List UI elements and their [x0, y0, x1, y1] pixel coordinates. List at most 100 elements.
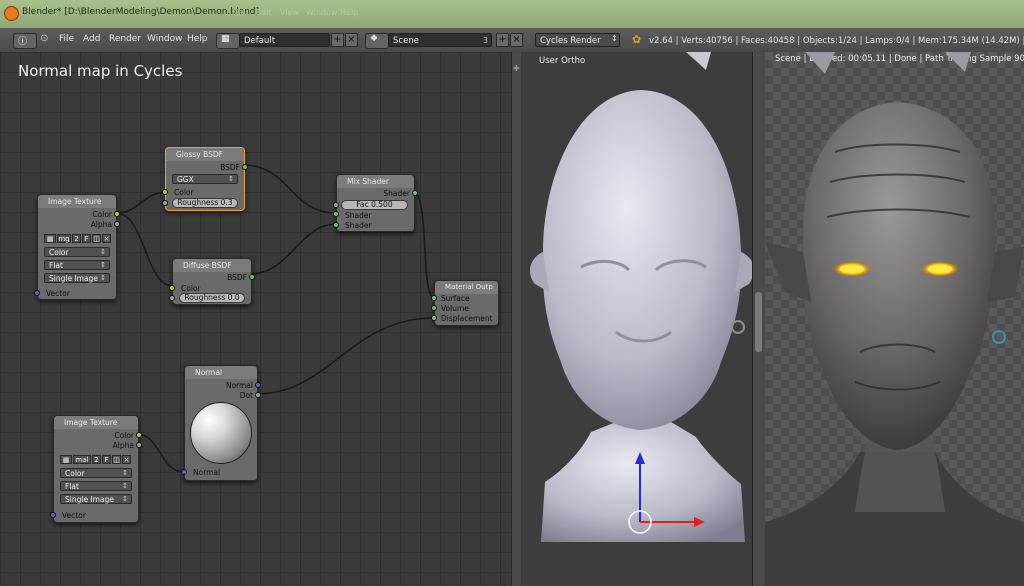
scene-users-count: 3	[483, 36, 489, 45]
blender-logo-icon	[4, 6, 19, 21]
socket-roughness-in[interactable]	[169, 295, 175, 301]
socket-bsdf-out[interactable]	[249, 274, 255, 280]
socket-surface-in[interactable]	[431, 295, 437, 301]
editor-type-info-button[interactable]: ⓘ	[13, 33, 37, 49]
socket-shader2-in[interactable]	[333, 222, 339, 228]
add-layout-icon[interactable]: +	[331, 33, 344, 47]
menu-help[interactable]: Help	[187, 34, 208, 44]
input-color-label: Color	[181, 284, 201, 293]
distribution-select[interactable]: GGX	[172, 174, 238, 184]
socket-alpha-out[interactable]	[136, 442, 142, 448]
color-space-select[interactable]: Color	[60, 468, 132, 478]
menu-file[interactable]: File	[59, 34, 74, 44]
menu-render[interactable]: Render	[109, 34, 141, 44]
fake-user-button[interactable]: F	[102, 455, 111, 464]
socket-vector-in[interactable]	[50, 512, 56, 518]
socket-roughness-in[interactable]	[162, 200, 168, 206]
scene-selector-button[interactable]: ❖	[365, 33, 389, 49]
socket-color-out[interactable]	[114, 211, 120, 217]
dropdown-arrows-icon: ↕	[611, 34, 618, 43]
socket-shader1-in[interactable]	[333, 211, 339, 217]
socket-vector-in[interactable]	[34, 290, 40, 296]
link-image2-to-normal	[136, 433, 185, 473]
ghost-menu-edit: Edit	[256, 8, 272, 17]
input-surface-label: Surface	[441, 294, 470, 303]
material-output-node[interactable]: Material Outp Surface Volume Displacemen…	[431, 280, 499, 326]
add-scene-icon[interactable]: +	[496, 33, 509, 47]
socket-dot-out[interactable]	[255, 392, 261, 398]
projection-select[interactable]: Flat	[60, 481, 132, 491]
fake-user-button[interactable]: F	[82, 234, 91, 243]
unlink-icon[interactable]: ×	[122, 455, 131, 464]
input-shader1-label: Shader	[345, 211, 372, 220]
socket-volume-in[interactable]	[431, 305, 437, 311]
image-texture-node[interactable]: Image Texture Color Alpha ▦ mg 2 F ◫ × C…	[34, 194, 120, 300]
socket-color-in[interactable]	[169, 285, 175, 291]
image-users-count[interactable]: 2	[92, 455, 101, 464]
image-name-field[interactable]: mg	[57, 234, 71, 243]
socket-displacement-in[interactable]	[431, 315, 437, 321]
fac-slider[interactable]: Fac 0.500	[341, 200, 408, 210]
ghost-menu-window: Window	[306, 8, 338, 17]
3d-viewport[interactable]: User Ortho	[521, 52, 765, 586]
stats-text: v2.64 | Verts:40756 | Faces:40458 | Obje…	[649, 36, 1024, 46]
normal-sphere-widget[interactable]	[190, 402, 252, 464]
render-engine-select[interactable]: Cycles Render	[535, 33, 620, 47]
color-space-select[interactable]: Color	[44, 247, 110, 257]
mix-shader-node[interactable]: Mix Shader Shader Fac 0.500 Shader Shade…	[333, 174, 418, 232]
unlink-icon[interactable]: ×	[102, 234, 111, 243]
image-browse-icon[interactable]: ▦	[60, 455, 72, 464]
node-title: Diffuse BSDF	[173, 259, 251, 272]
image-users-count[interactable]: 2	[72, 234, 81, 243]
output-alpha-label: Alpha	[112, 441, 134, 450]
layout-name-field[interactable]: Default	[239, 33, 330, 47]
clay-neck-shoulders	[541, 422, 745, 542]
info-icon: ⓘ	[18, 37, 28, 47]
socket-color-out[interactable]	[136, 432, 142, 438]
remove-scene-icon[interactable]: ×	[510, 33, 523, 47]
socket-alpha-out[interactable]	[114, 221, 120, 227]
socket-shader-out[interactable]	[412, 190, 418, 196]
roughness-slider[interactable]: Roughness 0.3	[172, 198, 238, 208]
socket-bsdf-out[interactable]	[242, 164, 248, 170]
menu-window[interactable]: Window	[147, 34, 183, 44]
vertical-scrollbar[interactable]	[755, 292, 762, 352]
source-select[interactable]: Single Image	[60, 494, 132, 504]
area-split-corner-icon[interactable]: ✚	[513, 64, 520, 73]
link-mix-to-output	[412, 191, 435, 298]
layout-selector-button[interactable]: ▦	[216, 33, 240, 49]
input-vector-label: Vector	[62, 511, 86, 520]
collapse-menus-icon[interactable]: ⊙	[40, 33, 48, 44]
diffuse-bsdf-node[interactable]: Diffuse BSDF BSDF Color Roughness 0.0	[169, 258, 255, 305]
socket-normal-in[interactable]	[181, 469, 187, 475]
link-image-to-glossy	[115, 191, 169, 214]
roughness-slider[interactable]: Roughness 0.0	[179, 293, 245, 303]
socket-normal-out[interactable]	[255, 382, 261, 388]
screen-layout-icon: ▦	[221, 34, 230, 44]
node-editor[interactable]: Normal map in Cycles Image Texture Color…	[0, 52, 511, 586]
source-select[interactable]: Single Image	[44, 273, 110, 283]
scene-name-field[interactable]: Scene	[388, 33, 492, 47]
input-volume-label: Volume	[441, 304, 469, 313]
clay-head	[542, 90, 742, 430]
socket-color-in[interactable]	[162, 189, 168, 195]
menu-add[interactable]: Add	[83, 34, 100, 44]
open-folder-icon[interactable]: ◫	[112, 455, 121, 464]
projection-select[interactable]: Flat	[44, 260, 110, 270]
image-browse-icon[interactable]: ▦	[44, 234, 56, 243]
normal-node[interactable]: Normal Normal Dot Normal	[181, 365, 261, 481]
output-dot-label: Dot	[239, 391, 253, 400]
image-name-field[interactable]: mal	[73, 455, 91, 464]
render-view[interactable]: Scene | Elapsed: 00:05.11 | Done | Path …	[765, 52, 1024, 586]
area-splitter[interactable]	[752, 52, 766, 586]
blender-small-icon: ✿	[632, 33, 642, 46]
glossy-bsdf-node[interactable]: Glossy BSDF BSDF GGX Color Roughness 0.3	[162, 147, 248, 211]
image-texture-node-2[interactable]: Image Texture Color Alpha ▦ mal 2 F ◫ × …	[50, 415, 142, 523]
output-shader-label: Shader	[383, 189, 410, 198]
socket-fac-in[interactable]	[333, 202, 339, 208]
open-folder-icon[interactable]: ◫	[92, 234, 101, 243]
ghost-menu-help: Help	[340, 8, 359, 17]
node-title: Glossy BSDF	[166, 148, 244, 161]
remove-layout-icon[interactable]: ×	[345, 33, 358, 47]
link-glossy-to-mix	[242, 164, 337, 214]
